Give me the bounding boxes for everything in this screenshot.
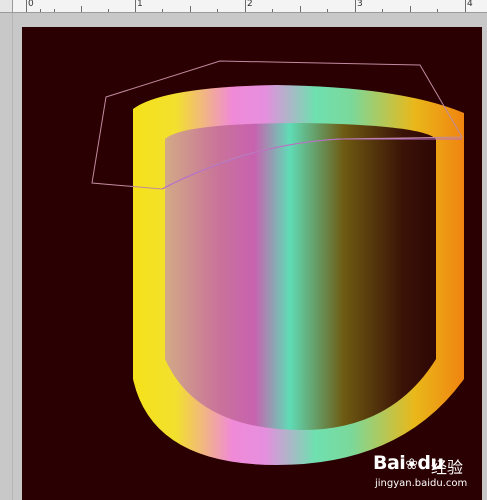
ruler-origin[interactable] bbox=[0, 0, 13, 13]
watermark-cn-text: 经验 bbox=[431, 458, 464, 477]
ruler-tick bbox=[327, 9, 328, 12]
ruler-tick bbox=[162, 9, 163, 12]
watermark-url: jingyan.baidu.com bbox=[375, 478, 468, 489]
ruler-tick bbox=[437, 9, 438, 12]
ruler-tick bbox=[190, 6, 191, 12]
ruler-tick bbox=[245, 0, 246, 12]
ruler-tick bbox=[108, 9, 109, 12]
ruler-tick bbox=[410, 6, 411, 12]
ruler-tick bbox=[300, 6, 301, 12]
ruler-tick bbox=[40, 9, 41, 12]
ruler-tick bbox=[54, 9, 55, 12]
ruler-label-0: 0 bbox=[28, 0, 34, 9]
ruler-tick bbox=[81, 6, 82, 12]
cup-artwork bbox=[91, 60, 464, 465]
ruler-label-2: 2 bbox=[247, 0, 253, 9]
ruler-tick bbox=[272, 9, 273, 12]
ruler-label-4: 4 bbox=[467, 0, 473, 9]
ruler-label-1: 1 bbox=[137, 0, 143, 9]
ruler-tick bbox=[217, 9, 218, 12]
ruler-tick bbox=[355, 0, 356, 12]
horizontal-ruler[interactable]: 0 1 2 3 4 bbox=[0, 0, 487, 13]
ruler-tick bbox=[26, 0, 27, 12]
ruler-tick bbox=[382, 9, 383, 12]
ruler-tick bbox=[465, 0, 466, 12]
ruler-label-3: 3 bbox=[357, 0, 363, 9]
vertical-ruler[interactable] bbox=[0, 12, 13, 500]
baidu-jingyan-watermark: Bai❀du 经验 jingyan.baidu.com bbox=[373, 452, 485, 496]
paw-icon: ❀ bbox=[405, 455, 418, 473]
ruler-tick bbox=[135, 0, 136, 12]
